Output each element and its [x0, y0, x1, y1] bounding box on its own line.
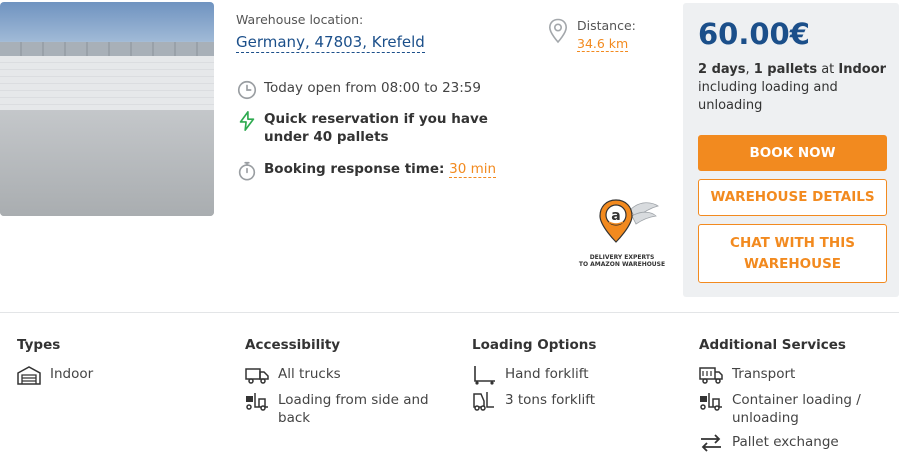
hand-pallet-icon [474, 366, 495, 385]
feature-text: Hand forklift [505, 366, 589, 382]
price-value: 60.00€ [698, 17, 810, 51]
feature-item: Pallet exchange [699, 433, 899, 453]
warehouse-icon [17, 366, 41, 385]
transport-truck-icon [699, 367, 723, 384]
feature-text: All trucks [278, 366, 341, 382]
warehouse-photo[interactable] [0, 2, 214, 216]
price-days: 2 days [698, 62, 746, 77]
accessibility-title: Accessibility [245, 337, 341, 353]
forklift-icon [246, 393, 268, 411]
forklift-heavy-icon [473, 392, 494, 411]
book-now-button[interactable]: BOOK NOW [698, 135, 887, 171]
feature-item: Indoor [17, 365, 217, 385]
opening-hours-text: Today open from 08:00 to 23:59 [264, 80, 481, 96]
amazon-badge-logo-icon: a [599, 199, 659, 243]
price-description: 2 days, 1 pallets at Indoor including lo… [698, 61, 893, 115]
price-at: at [817, 62, 839, 77]
response-time-row: Booking response time: 30 min [236, 160, 497, 182]
feature-item: Hand forklift [472, 365, 672, 385]
distance-value: 34.6 km [577, 36, 629, 52]
chat-with-warehouse-button[interactable]: CHAT WITH THIS WAREHOUSE [698, 224, 887, 283]
services-title: Additional Services [699, 337, 846, 353]
loading-title: Loading Options [472, 337, 597, 353]
distance-block: Distance: 34.6 km [548, 18, 636, 52]
response-value[interactable]: 30 min [449, 161, 497, 178]
price-pallets: 1 pallets [753, 62, 818, 77]
container-loading-icon [700, 393, 722, 411]
warehouse-details-button[interactable]: WAREHOUSE DETAILS [698, 179, 887, 216]
opening-hours-row: Today open from 08:00 to 23:59 [236, 79, 481, 101]
clock-icon [237, 80, 257, 100]
feature-text: Transport [732, 366, 796, 382]
feature-item: Loading from side and back [245, 391, 445, 427]
badge-caption-1: DELIVERY EXPERTS [589, 254, 655, 261]
accessibility-column: Accessibility All trucks Loading from si… [245, 337, 445, 433]
feature-text: 3 tons forklift [505, 392, 596, 408]
feature-text: Indoor [50, 366, 94, 382]
location-block: Warehouse location: Germany, 47803, Kref… [236, 12, 536, 53]
badge-letter: a [611, 208, 620, 224]
price-rest: including loading and unloading [698, 80, 838, 113]
badge-caption-2: TO AMAZON WAREHOUSE [578, 261, 666, 268]
quick-reservation-row: Quick reservation if you have under 40 p… [236, 110, 536, 146]
feature-text: Container loading / unloading [732, 392, 861, 426]
additional-services-column: Additional Services Transport Container … [699, 337, 899, 459]
stopwatch-icon [238, 161, 256, 181]
feature-item: All trucks [245, 365, 445, 385]
photo-ground [0, 110, 214, 216]
distance-label: Distance: [577, 18, 636, 33]
photo-wall [0, 42, 214, 112]
feature-item: Transport [699, 365, 899, 385]
feature-text: Loading from side and back [278, 392, 429, 426]
price-panel: 60.00€ 2 days, 1 pallets at Indoor inclu… [683, 3, 899, 297]
feature-text: Pallet exchange [732, 434, 839, 450]
loading-options-column: Loading Options Hand forklift 3 tons for… [472, 337, 672, 417]
amazon-delivery-badge: a DELIVERY EXPERTS TO AMAZON WAREHOUSE [578, 196, 666, 268]
response-label: Booking response time: [264, 161, 445, 177]
price-sep: , [745, 62, 754, 77]
map-pin-icon [548, 18, 568, 44]
arrows-exchange-icon [701, 434, 721, 452]
quick-reservation-text: Quick reservation if you have under 40 p… [264, 111, 488, 145]
feature-item: 3 tons forklift [472, 391, 672, 411]
types-column: Types Indoor [17, 337, 217, 391]
types-title: Types [17, 337, 61, 353]
section-divider [0, 312, 899, 313]
feature-item: Container loading / unloading [699, 391, 899, 427]
truck-icon [245, 368, 269, 384]
price-type: Indoor [838, 62, 887, 77]
location-value[interactable]: Germany, 47803, Krefeld [236, 33, 425, 53]
location-label: Warehouse location: [236, 12, 364, 27]
lightning-icon [239, 111, 255, 131]
